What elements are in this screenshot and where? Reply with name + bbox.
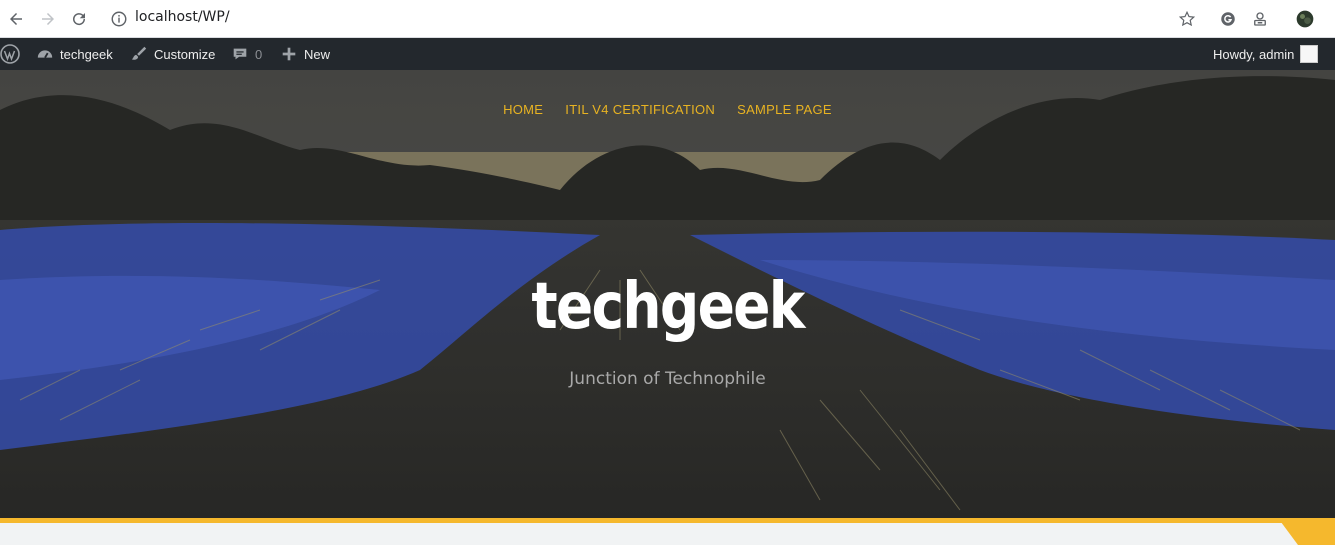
star-icon[interactable] — [1176, 8, 1198, 30]
site-tagline: Junction of Technophile — [569, 369, 766, 389]
grammarly-extension-icon[interactable] — [1217, 8, 1239, 30]
wp-admin-bar: techgeek Customize 0 New Howdy, admin — [0, 38, 1335, 70]
info-icon[interactable] — [110, 10, 128, 28]
wp-logo-menu[interactable] — [0, 38, 20, 70]
site-title[interactable]: techgeek — [93, 270, 1241, 344]
comments-link[interactable]: 0 — [231, 38, 262, 70]
comments-count: 0 — [255, 46, 263, 62]
plus-icon — [282, 47, 296, 61]
nav-link-sample-page[interactable]: SAMPLE PAGE — [737, 102, 832, 117]
nav-link-home[interactable]: HOME — [503, 102, 543, 117]
extension-icon[interactable] — [1249, 8, 1271, 30]
site-name-label: techgeek — [60, 46, 113, 62]
wordpress-logo-icon — [0, 44, 20, 64]
address-bar[interactable]: localhost/WP/ — [135, 9, 230, 25]
reload-icon[interactable] — [67, 7, 91, 31]
back-arrow-icon[interactable] — [4, 7, 28, 31]
nav-link-itil-v4-certification[interactable]: ITIL V4 CERTIFICATION — [565, 102, 715, 117]
page-content-top — [0, 523, 1278, 545]
site-header-hero: HOME ITIL V4 CERTIFICATION SAMPLE PAGE t… — [0, 70, 1335, 520]
dashboard-gauge-icon — [37, 50, 53, 59]
browser-toolbar: localhost/WP/ — [0, 0, 1335, 38]
comment-bubble-icon — [233, 48, 247, 60]
howdy-label: Howdy, admin — [1213, 46, 1295, 62]
customize-label: Customize — [154, 46, 216, 62]
forward-arrow-icon[interactable] — [36, 7, 60, 31]
paintbrush-icon — [131, 46, 147, 60]
primary-navigation: HOME ITIL V4 CERTIFICATION SAMPLE PAGE — [0, 102, 1335, 117]
my-account-menu[interactable]: Howdy, admin — [1213, 38, 1319, 70]
new-label: New — [304, 46, 331, 62]
customize-link[interactable]: Customize — [130, 38, 215, 70]
site-name-menu[interactable]: techgeek — [36, 38, 113, 70]
user-avatar — [1300, 45, 1319, 63]
profile-avatar[interactable] — [1294, 8, 1316, 30]
new-content-menu[interactable]: New — [280, 38, 330, 70]
accent-corner-shape — [1278, 518, 1335, 545]
